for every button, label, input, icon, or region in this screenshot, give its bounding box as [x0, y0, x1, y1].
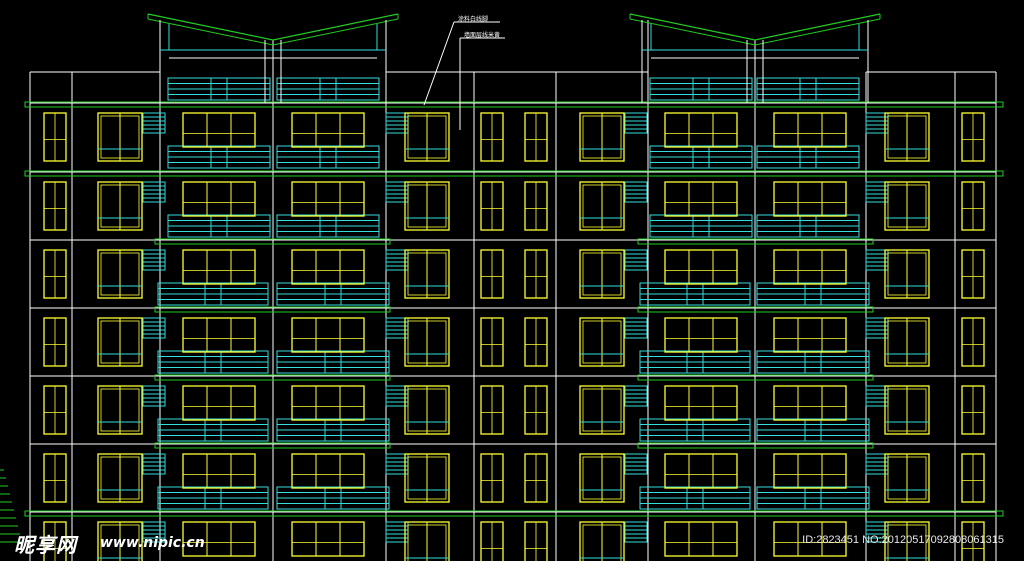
- window-i-1: [664, 181, 738, 217]
- window-d-4: [291, 385, 365, 421]
- window-i-2: [664, 249, 738, 285]
- watermark-logo: 昵享网: [14, 533, 77, 557]
- window-i-4: [664, 385, 738, 421]
- window-j-1: [773, 181, 847, 217]
- window-j-4: [773, 385, 847, 421]
- window-i-0: [664, 112, 738, 148]
- window-c-4: [182, 385, 256, 421]
- vent-c-4: [624, 385, 648, 407]
- window-i-3: [664, 317, 738, 353]
- vent-a-1: [142, 181, 166, 203]
- annotation-label-1: 涂料白线脚: [458, 16, 489, 23]
- window-d-0: [291, 112, 365, 148]
- vent-c-2: [624, 249, 648, 271]
- window-j-3: [773, 317, 847, 353]
- watermark-id: ID:2823451 NO:20120517092808061315: [802, 534, 1004, 546]
- windows: [43, 112, 985, 561]
- vent-a-5: [142, 453, 166, 475]
- vent-a-4: [142, 385, 166, 407]
- vent-a-3: [142, 317, 166, 339]
- window-j-0: [773, 112, 847, 148]
- window-c-1: [182, 181, 256, 217]
- vent-a-2: [142, 249, 166, 271]
- window-d-6: [291, 521, 365, 557]
- vent-c-3: [624, 317, 648, 339]
- roof-structure: [147, 13, 881, 103]
- window-d-1: [291, 181, 365, 217]
- vent-c-6: [624, 521, 648, 543]
- facade-frame: [29, 20, 997, 561]
- watermark-url: www.nipic.cn: [100, 535, 205, 551]
- window-d-3: [291, 317, 365, 353]
- window-j-5: [773, 453, 847, 489]
- annotation-label-2: 墙面层线米黄: [464, 32, 501, 39]
- building-elevation-drawing: [0, 13, 1004, 561]
- window-c-3: [182, 317, 256, 353]
- vent-c-5: [624, 453, 648, 475]
- vent-a-0: [142, 112, 166, 134]
- window-c-5: [182, 453, 256, 489]
- window-i-6: [664, 521, 738, 557]
- window-c-2: [182, 249, 256, 285]
- vent-c-0: [624, 112, 648, 134]
- window-d-5: [291, 453, 365, 489]
- window-i-5: [664, 453, 738, 489]
- window-j-2: [773, 249, 847, 285]
- vent-c-1: [624, 181, 648, 203]
- window-c-0: [182, 112, 256, 148]
- leader-1: [423, 21, 455, 106]
- window-d-2: [291, 249, 365, 285]
